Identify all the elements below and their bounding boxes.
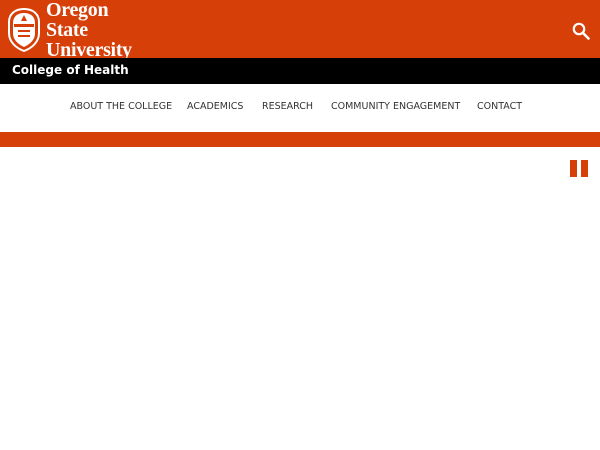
osu-logo[interactable]: Oregon State University bbox=[6, 0, 151, 60]
wordmark-line-2: University bbox=[46, 38, 132, 61]
site-header: Oregon State University bbox=[0, 0, 600, 60]
search-icon[interactable] bbox=[572, 22, 590, 40]
unit-name-bar: College of Health bbox=[0, 58, 600, 84]
nav-item-research[interactable]: RESEARCH bbox=[262, 101, 313, 112]
nav-item-contact[interactable]: CONTACT bbox=[477, 101, 522, 112]
university-wordmark: Oregon State University bbox=[46, 0, 151, 60]
pause-bar-left bbox=[570, 160, 577, 177]
pause-icon[interactable] bbox=[570, 160, 589, 177]
pause-bar-right bbox=[581, 160, 588, 177]
nav-item-about[interactable]: ABOUT THE COLLEGE bbox=[70, 101, 172, 112]
university-seal-icon bbox=[8, 7, 40, 52]
hero-slideshow bbox=[0, 147, 600, 450]
nav-item-academics[interactable]: ACADEMICS bbox=[187, 101, 243, 112]
nav-item-community-engagement[interactable]: COMMUNITY ENGAGEMENT bbox=[331, 101, 460, 112]
college-title-link[interactable]: College of Health bbox=[12, 63, 129, 77]
accent-divider bbox=[0, 132, 600, 147]
wordmark-line-1: Oregon State bbox=[46, 0, 109, 41]
main-navigation: ABOUT THE COLLEGE ACADEMICS RESEARCH COM… bbox=[0, 84, 600, 132]
